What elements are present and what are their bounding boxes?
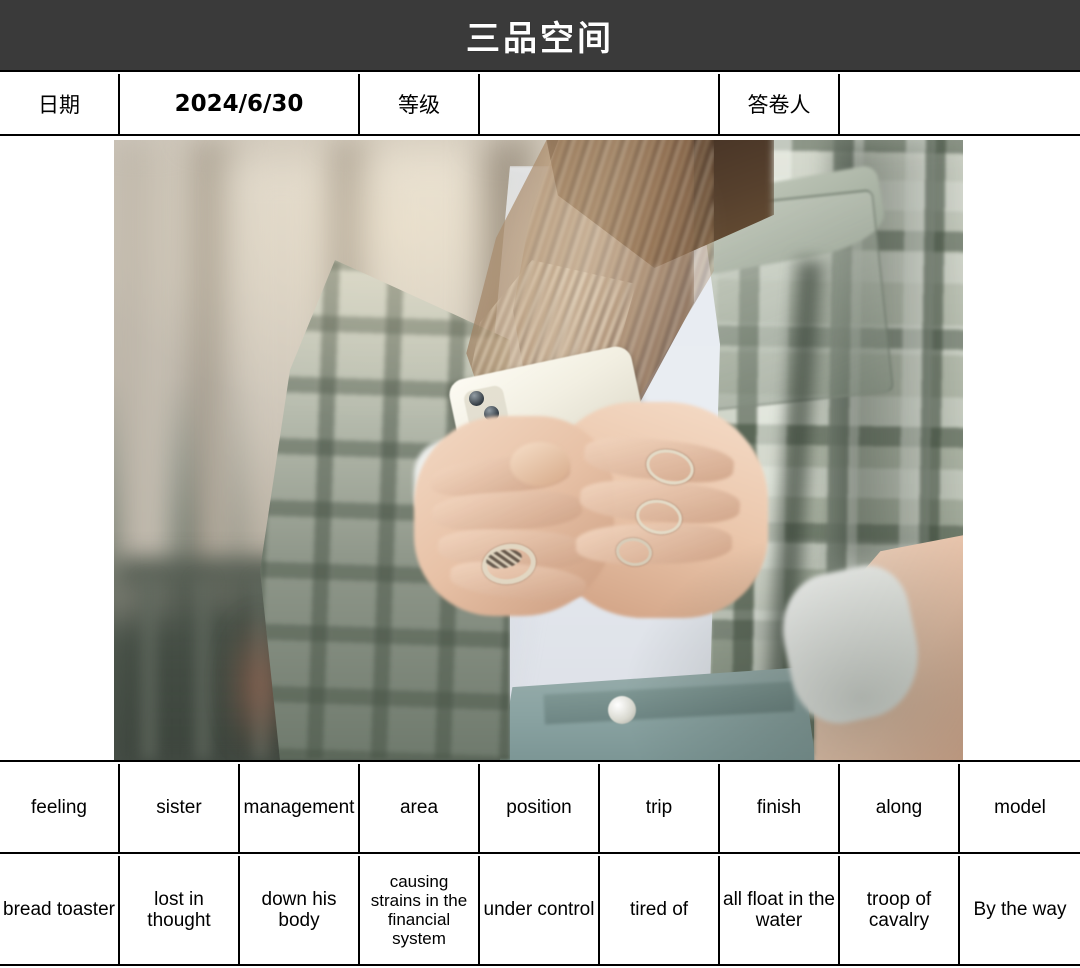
vocabulary-phrase-cell[interactable]: all float in the water [720, 856, 840, 964]
vocabulary-phrase-cell[interactable]: bread toaster [0, 856, 120, 964]
vocabulary-phrase-cell[interactable]: causing strains in the financial system [360, 856, 480, 964]
photo-background-pillar-second [192, 140, 238, 610]
date-label-cell: 日期 [0, 74, 120, 134]
vocabulary-word-cell[interactable]: sister [120, 764, 240, 852]
level-value-cell[interactable] [480, 74, 720, 134]
photo-railing-spindle-1 [142, 580, 156, 760]
photo-phone-lens-top [469, 391, 484, 406]
photo-band [0, 138, 1080, 762]
level-label-cell: 等级 [360, 74, 480, 134]
vocabulary-word-cell[interactable]: along [840, 764, 960, 852]
vocabulary-phrase-cell[interactable]: lost in thought [120, 856, 240, 964]
vocabulary-word-cell[interactable]: area [360, 764, 480, 852]
vocabulary-word-cell[interactable]: finish [720, 764, 840, 852]
vocabulary-word-cell[interactable]: trip [600, 764, 720, 852]
worksheet-page: 三品空间 日期 2024/6/30 等级 答卷人 feeling sister … [0, 0, 1080, 968]
respondent-label-cell: 答卷人 [720, 74, 840, 134]
photo-background-pillar-left [114, 140, 174, 620]
vocabulary-word-cell[interactable]: position [480, 764, 600, 852]
vocabulary-word-cell[interactable]: model [960, 764, 1080, 852]
page-title: 三品空间 [466, 18, 614, 59]
meta-row: 日期 2024/6/30 等级 答卷人 [0, 74, 1080, 136]
vocabulary-word-cell[interactable]: management [240, 764, 360, 852]
vocabulary-phrase-cell[interactable]: tired of [600, 856, 720, 964]
vocabulary-word-row: feeling sister management area position trip f… [0, 764, 1080, 854]
photo-thumb [510, 442, 570, 486]
vocabulary-phrase-cell[interactable]: troop of cavalry [840, 856, 960, 964]
worksheet-photo [114, 140, 963, 760]
vocabulary-phrase-row: bread toaster lost in thought down his bod… [0, 856, 1080, 966]
vocabulary-phrase-cell[interactable]: under control [480, 856, 600, 964]
vocabulary-phrase-cell[interactable]: down his body [240, 856, 360, 964]
photo-railing-spindle-2 [196, 580, 210, 760]
vocabulary-phrase-cell[interactable]: By the way [960, 856, 1080, 964]
respondent-value-cell[interactable] [840, 74, 1080, 134]
date-value-cell[interactable]: 2024/6/30 [120, 74, 360, 134]
page-title-bar: 三品空间 [0, 0, 1080, 72]
vocabulary-word-cell[interactable]: feeling [0, 764, 120, 852]
photo-jeans-button [608, 696, 636, 724]
